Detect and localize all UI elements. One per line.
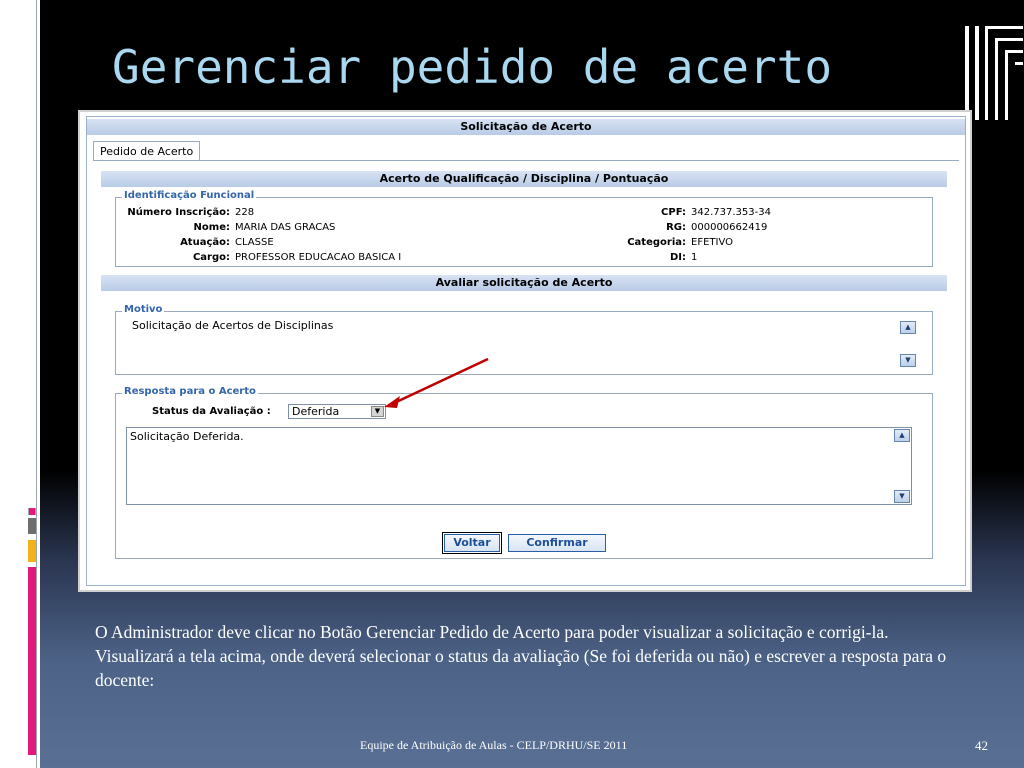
deco-bar-yellow xyxy=(28,540,36,562)
value-rg: 000000662419 xyxy=(691,222,768,233)
value-atuacao: CLASSE xyxy=(235,237,274,248)
label-atuacao: Atuação: xyxy=(180,237,230,248)
motivo-fieldset: Motivo Solicitação de Acertos de Discipl… xyxy=(115,304,933,375)
red-arrow-pointer xyxy=(384,357,489,408)
textarea-scroll-down-icon[interactable]: ▼ xyxy=(894,490,910,503)
label-di: DI: xyxy=(669,252,686,263)
value-cargo: PROFESSOR EDUCACAO BASICA I xyxy=(235,252,402,263)
scroll-down-arrow-icon[interactable]: ▼ xyxy=(900,354,916,367)
resposta-fieldset: Resposta para o Acerto Status da Avaliaç… xyxy=(115,386,933,559)
label-categoria: Categoria: xyxy=(627,237,686,248)
form-window: Solicitação de Acerto Pedido de Acerto A… xyxy=(86,116,966,586)
value-numero-inscricao: 228 xyxy=(235,207,255,218)
resposta-legend: Resposta para o Acerto xyxy=(122,386,258,397)
section-title-acerto: Acerto de Qualificação / Disciplina / Po… xyxy=(101,171,947,187)
window-title-bar: Solicitação de Acerto xyxy=(87,119,965,135)
motivo-text: Solicitação de Acertos de Disciplinas xyxy=(132,319,334,332)
scroll-up-arrow-icon[interactable]: ▲ xyxy=(900,321,916,334)
label-nome: Nome: xyxy=(193,222,230,233)
deco-bar-dark-gray xyxy=(28,518,36,534)
status-select[interactable]: Deferida ▼ xyxy=(288,404,386,419)
textarea-scroll-up-icon[interactable]: ▲ xyxy=(894,429,910,442)
value-categoria: EFETIVO xyxy=(691,237,733,248)
slide-description: O Administrador deve clicar no Botão Ger… xyxy=(95,622,947,690)
tab-pedido-de-acerto[interactable]: Pedido de Acerto xyxy=(93,141,201,161)
voltar-button[interactable]: Voltar xyxy=(442,532,502,554)
value-di: 1 xyxy=(691,252,698,263)
deco-bar-magenta xyxy=(28,567,36,755)
value-cpf: 342.737.353-34 xyxy=(691,207,771,218)
identificacao-fieldset: Identificação Funcional Número Inscrição… xyxy=(115,190,933,267)
section-title-avaliar: Avaliar solicitação de Acerto xyxy=(101,275,947,291)
page-number: 42 xyxy=(975,738,988,753)
identificacao-legend: Identificação Funcional xyxy=(122,190,257,201)
value-nome: MARIA DAS GRACAS xyxy=(235,222,336,233)
motivo-legend: Motivo xyxy=(122,304,165,315)
footer-text: Equipe de Atribuição de Aulas - CELP/DRH… xyxy=(360,738,628,752)
confirmar-button[interactable]: Confirmar xyxy=(508,534,606,552)
label-cpf: CPF: xyxy=(661,207,686,218)
status-label: Status da Avaliação : xyxy=(152,406,271,417)
window-blinds-icon xyxy=(965,26,1023,120)
screenshot-frame: Solicitação de Acerto Pedido de Acerto A… xyxy=(78,110,972,592)
response-textarea[interactable]: Solicitação Deferida. xyxy=(126,427,912,505)
deco-bar-magenta-small xyxy=(29,508,35,515)
slide-title: Gerenciar pedido de acerto xyxy=(112,40,833,94)
label-cargo: Cargo: xyxy=(192,252,230,263)
status-select-value: Deferida xyxy=(292,405,340,418)
label-rg: RG: xyxy=(666,222,686,233)
label-numero-inscricao: Número Inscrição: xyxy=(127,207,230,218)
